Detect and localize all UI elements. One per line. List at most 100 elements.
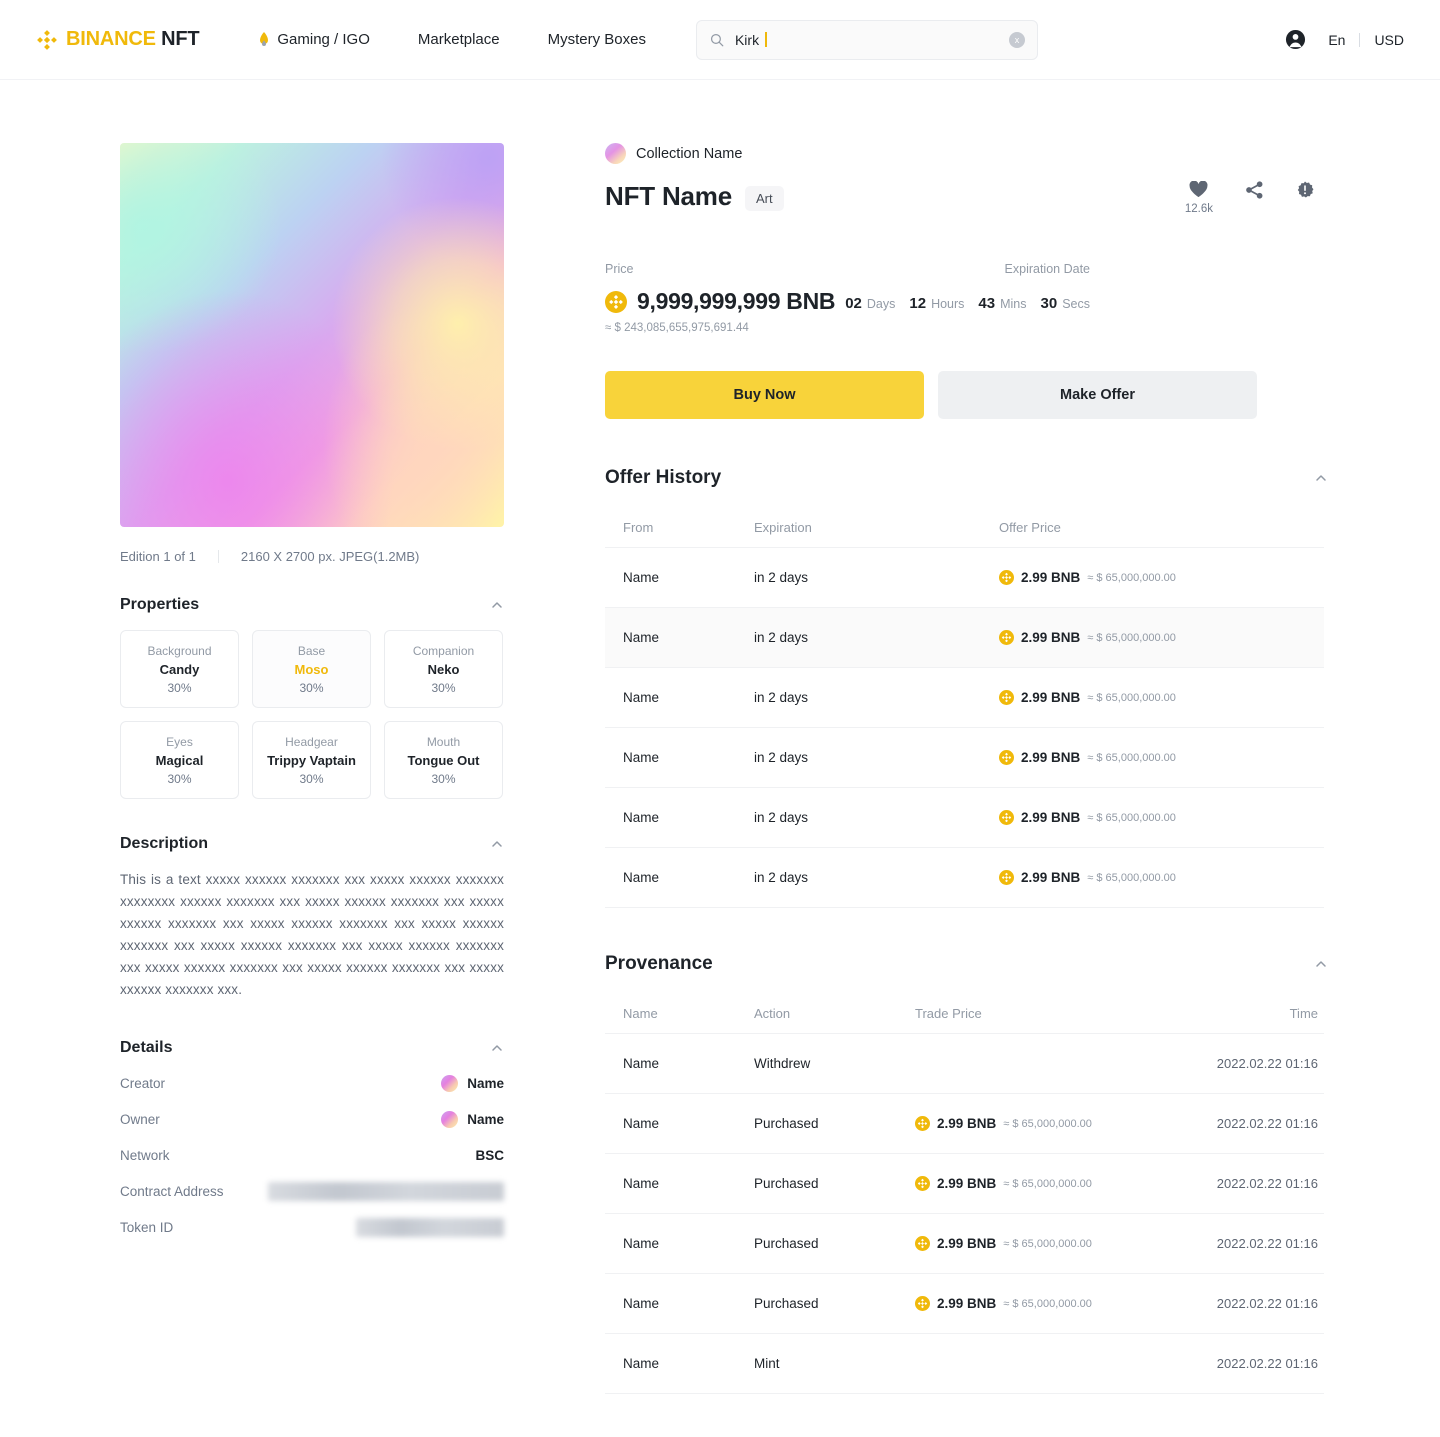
nft-title-row: NFT Name Art 12.6k (605, 181, 1340, 215)
report-button[interactable] (1296, 181, 1314, 199)
price-amount: 9,999,999,999 BNB (637, 288, 835, 315)
search-clear-button[interactable]: x (1009, 32, 1025, 48)
property-key: Headgear (285, 735, 338, 749)
property-card[interactable]: Eyes Magical 30% (120, 721, 239, 799)
table-row[interactable]: Name in 2 days 2.99 BNB ≈ $ 65,000,000.0… (605, 548, 1324, 608)
table-row[interactable]: Name Withdrew 2022.02.22 01:16 (605, 1034, 1324, 1094)
cell-trade-price: 2.99 BNB ≈ $ 65,000,000.00 (915, 1176, 1144, 1191)
provenance-section-header[interactable]: Provenance (605, 953, 1340, 975)
property-card[interactable]: Mouth Tongue Out 30% (384, 721, 503, 799)
cell-name: Name (605, 1296, 754, 1311)
properties-section-header[interactable]: Properties (120, 596, 504, 630)
title-action-buttons: 12.6k (1185, 181, 1340, 215)
network-label: Network (120, 1148, 170, 1163)
nft-artwork-image[interactable] (120, 143, 504, 527)
binance-nft-logo[interactable]: BINANCE NFT (36, 28, 199, 51)
table-row[interactable]: Name Purchased 2.99 BNB ≈ $ 65,000,000.0… (605, 1214, 1324, 1274)
table-row[interactable]: Name in 2 days 2.99 BNB ≈ $ 65,000,000.0… (605, 608, 1324, 668)
offer-history-section-header[interactable]: Offer History (605, 467, 1340, 489)
offer-price-usd: ≈ $ 65,000,000.00 (1087, 812, 1176, 824)
cell-from: Name (605, 630, 754, 645)
bnb-coin-icon (999, 690, 1014, 705)
make-offer-button[interactable]: Make Offer (938, 371, 1257, 419)
trade-price-usd: ≈ $ 65,000,000.00 (1003, 1118, 1092, 1130)
table-row[interactable]: Name Mint 2022.02.22 01:16 (605, 1334, 1324, 1394)
chevron-up-icon[interactable] (490, 1041, 504, 1055)
trade-price-bnb: 2.99 BNB (937, 1296, 996, 1311)
trade-price-bnb: 2.99 BNB (937, 1116, 996, 1131)
action-buttons: Buy Now Make Offer (605, 371, 1340, 419)
collection-link[interactable]: Collection Name (605, 143, 1340, 164)
nav-item-mystery-boxes[interactable]: Mystery Boxes (524, 31, 670, 48)
like-button[interactable]: 12.6k (1185, 181, 1213, 215)
column-header-expiration: Expiration (754, 520, 999, 535)
chevron-up-icon[interactable] (490, 598, 504, 612)
column-header-name: Name (605, 1006, 754, 1021)
header-right-controls: En USD (1285, 29, 1404, 50)
category-badge[interactable]: Art (745, 186, 784, 211)
property-card[interactable]: Headgear Trippy Vaptain 30% (252, 721, 371, 799)
nav-item-gaming-igo[interactable]: Gaming / IGO (233, 31, 394, 48)
details-section-header[interactable]: Details (120, 1039, 504, 1065)
cell-time: 2022.02.22 01:16 (1144, 1176, 1324, 1191)
table-header-row: From Expiration Offer Price (605, 508, 1324, 548)
nav-label-gaming-igo: Gaming / IGO (277, 31, 370, 48)
trade-price-bnb: 2.99 BNB (937, 1176, 996, 1191)
header-divider (1359, 33, 1360, 47)
currency-selector[interactable]: USD (1374, 32, 1404, 48)
cell-time: 2022.02.22 01:16 (1144, 1116, 1324, 1131)
offer-price-bnb: 2.99 BNB (1021, 630, 1080, 645)
owner-value-wrap[interactable]: Name (441, 1111, 504, 1128)
table-row[interactable]: Name Purchased 2.99 BNB ≈ $ 65,000,000.0… (605, 1094, 1324, 1154)
bnb-coin-icon (915, 1236, 930, 1251)
chevron-up-icon[interactable] (490, 837, 504, 851)
text-cursor (765, 32, 767, 47)
search-input[interactable]: Kirk (735, 32, 767, 48)
page-body: Edition 1 of 1 2160 X 2700 px. JPEG(1.2M… (0, 80, 1440, 1394)
cell-expiration: in 2 days (754, 630, 999, 645)
buy-now-button[interactable]: Buy Now (605, 371, 924, 419)
cell-offer-price: 2.99 BNB ≈ $ 65,000,000.00 (999, 750, 1324, 765)
nav-item-marketplace[interactable]: Marketplace (394, 31, 524, 48)
bnb-coin-icon (999, 810, 1014, 825)
binance-diamond-icon (36, 29, 58, 51)
bnb-coin-icon (999, 750, 1014, 765)
creator-value-wrap[interactable]: Name (441, 1075, 504, 1092)
description-text: This is a text xxxxx xxxxxx xxxxxxx xxx … (120, 869, 504, 1001)
provenance-table: Name Action Trade Price Time Name Withdr… (605, 994, 1324, 1394)
cell-from: Name (605, 870, 754, 885)
token-id-value-redacted[interactable] (356, 1218, 504, 1237)
bnb-coin-icon (999, 570, 1014, 585)
search-bar[interactable]: Kirk x (696, 20, 1038, 60)
logo-suffix: NFT (161, 28, 199, 50)
contract-address-value-redacted[interactable] (268, 1182, 504, 1201)
chevron-up-icon[interactable] (1314, 471, 1328, 485)
user-circle-icon[interactable] (1285, 29, 1306, 50)
page-title: NFT Name (605, 181, 732, 212)
language-selector[interactable]: En (1328, 32, 1345, 48)
property-value: Tongue Out (408, 753, 480, 768)
search-icon (710, 33, 724, 47)
share-button[interactable] (1245, 181, 1264, 199)
property-card[interactable]: Background Candy 30% (120, 630, 239, 708)
countdown-hours-value: 12 (909, 295, 926, 312)
description-title: Description (120, 835, 208, 853)
table-row[interactable]: Name in 2 days 2.99 BNB ≈ $ 65,000,000.0… (605, 788, 1324, 848)
price-main: 9,999,999,999 BNB (605, 288, 835, 315)
countdown-secs-value: 30 (1041, 295, 1058, 312)
property-card[interactable]: Base Moso 30% (252, 630, 371, 708)
table-row[interactable]: Name in 2 days 2.99 BNB ≈ $ 65,000,000.0… (605, 848, 1324, 908)
table-row[interactable]: Name Purchased 2.99 BNB ≈ $ 65,000,000.0… (605, 1274, 1324, 1334)
table-row[interactable]: Name Purchased 2.99 BNB ≈ $ 65,000,000.0… (605, 1154, 1324, 1214)
property-card[interactable]: Companion Neko 30% (384, 630, 503, 708)
chevron-up-icon[interactable] (1314, 957, 1328, 971)
table-row[interactable]: Name in 2 days 2.99 BNB ≈ $ 65,000,000.0… (605, 728, 1324, 788)
cell-trade-price: 2.99 BNB ≈ $ 65,000,000.00 (915, 1296, 1144, 1311)
detail-row-token-id: Token ID (120, 1209, 504, 1245)
left-column: Edition 1 of 1 2160 X 2700 px. JPEG(1.2M… (120, 143, 504, 1394)
cell-offer-price: 2.99 BNB ≈ $ 65,000,000.00 (999, 870, 1324, 885)
description-section-header[interactable]: Description (120, 835, 504, 869)
share-icon (1245, 181, 1264, 199)
logo-wordmark: BINANCE NFT (66, 28, 199, 51)
table-row[interactable]: Name in 2 days 2.99 BNB ≈ $ 65,000,000.0… (605, 668, 1324, 728)
